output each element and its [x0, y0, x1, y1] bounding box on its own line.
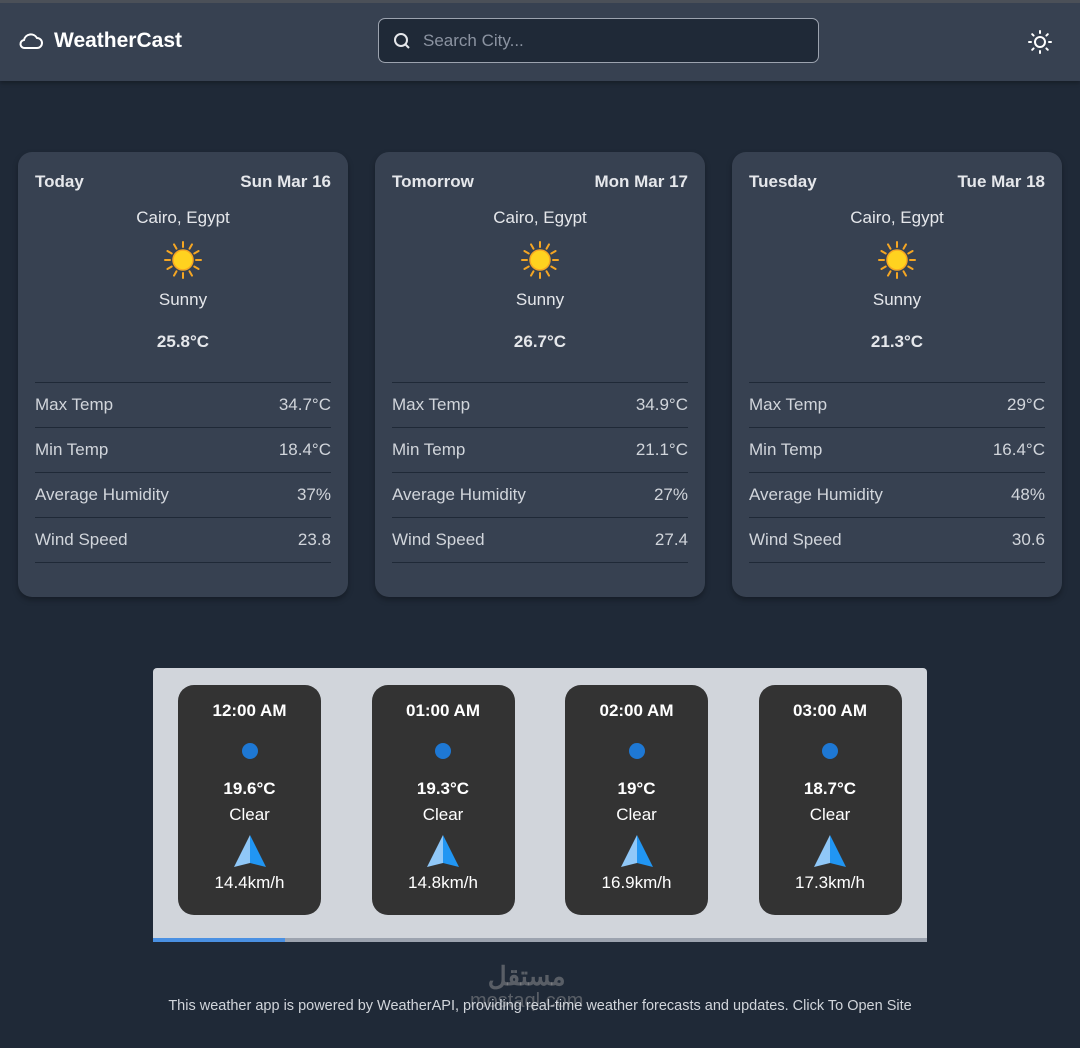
detail-row: Wind Speed 27.4 — [392, 518, 688, 563]
hour-temp: 18.7°C — [803, 779, 857, 798]
hour-condition: Clear — [229, 805, 270, 824]
location: Cairo, Egypt — [493, 208, 587, 227]
app-title: WeatherCast — [54, 29, 182, 52]
date-label: Mon Mar 17 — [594, 172, 688, 191]
temperature: 21.3°C — [870, 332, 924, 351]
hour-time: 03:00 AM — [792, 701, 867, 720]
detail-row: Min Temp 16.4°C — [749, 428, 1045, 473]
hour-wind: 17.3km/h — [795, 873, 865, 892]
hourly-card: 01:00 AM 19.3°C Clear 14.8km/h — [371, 685, 515, 915]
detail-row: Average Humidity 37% — [35, 473, 331, 518]
detail-label: Max Temp — [35, 395, 114, 414]
detail-row: Wind Speed 23.8 — [35, 518, 331, 563]
detail-value: 29°C — [1007, 395, 1045, 414]
detail-value: 34.9°C — [635, 395, 688, 414]
detail-row: Max Temp 34.9°C — [392, 383, 688, 428]
wind-direction-icon — [372, 833, 515, 869]
scrollbar-thumb[interactable] — [153, 938, 285, 942]
detail-value: 23.8 — [297, 530, 331, 549]
horizontal-scrollbar[interactable] — [153, 938, 927, 942]
detail-value: 34.7°C — [278, 395, 331, 414]
detail-label: Average Humidity — [749, 485, 883, 504]
detail-row: Min Temp 18.4°C — [35, 428, 331, 473]
temperature: 26.7°C — [513, 332, 567, 351]
hour-time: 12:00 AM — [212, 701, 287, 720]
detail-row: Wind Speed 30.6 — [749, 518, 1045, 563]
location: Cairo, Egypt — [850, 208, 944, 227]
detail-label: Min Temp — [749, 440, 823, 459]
search-icon — [394, 32, 410, 49]
sunny-icon — [392, 240, 688, 280]
hourly-card: 12:00 AM 19.6°C Clear 14.4km/h — [178, 685, 321, 915]
detail-row: Average Humidity 27% — [392, 473, 688, 518]
detail-value: 21.1°C — [635, 440, 688, 459]
location: Cairo, Egypt — [136, 208, 230, 227]
sun-icon — [1028, 30, 1052, 54]
temperature: 25.8°C — [156, 332, 210, 351]
moon-icon — [759, 741, 902, 761]
detail-value: 48% — [1010, 485, 1045, 504]
theme-toggle-button[interactable] — [1028, 30, 1052, 59]
detail-label: Max Temp — [749, 395, 828, 414]
wind-direction-icon — [178, 833, 321, 869]
hour-condition: Clear — [616, 805, 657, 824]
detail-row: Min Temp 21.1°C — [392, 428, 688, 473]
header: WeatherCast — [0, 0, 1080, 81]
detail-label: Average Humidity — [392, 485, 526, 504]
detail-value: 37% — [296, 485, 331, 504]
detail-row: Max Temp 29°C — [749, 383, 1045, 428]
date-label: Tue Mar 18 — [957, 172, 1045, 191]
moon-icon — [565, 741, 708, 761]
hour-wind: 14.8km/h — [408, 873, 478, 892]
detail-value: 30.6 — [1011, 530, 1045, 549]
detail-label: Wind Speed — [392, 530, 485, 549]
detail-label: Max Temp — [392, 395, 471, 414]
footer-text[interactable]: This weather app is powered by WeatherAP… — [0, 998, 1080, 1014]
detail-row: Max Temp 34.7°C — [35, 383, 331, 428]
condition: Sunny — [158, 290, 208, 309]
sunny-icon — [35, 240, 331, 280]
hourly-card: 03:00 AM 18.7°C Clear 17.3km/h — [758, 685, 902, 915]
hour-temp: 19.6°C — [223, 779, 276, 798]
detail-label: Average Humidity — [35, 485, 169, 504]
search-input[interactable] — [423, 30, 783, 51]
hour-temp: 19.3°C — [416, 779, 470, 798]
detail-value: 16.4°C — [992, 440, 1045, 459]
wind-direction-icon — [565, 833, 708, 869]
moon-icon — [372, 741, 515, 761]
date-label: Sun Mar 16 — [240, 172, 331, 191]
detail-value: 27% — [653, 485, 688, 504]
forecast-card: Today Sun Mar 16 Cairo, Egypt Sunny 25.8°… — [18, 152, 348, 597]
detail-value: 18.4°C — [278, 440, 331, 459]
day-label: Tuesday — [749, 172, 817, 191]
moon-icon — [178, 741, 321, 761]
logo[interactable]: WeatherCast — [18, 29, 182, 53]
detail-label: Min Temp — [35, 440, 109, 459]
hour-condition: Clear — [422, 805, 464, 824]
search-box[interactable] — [378, 18, 819, 63]
detail-label: Wind Speed — [35, 530, 128, 549]
detail-label: Wind Speed — [749, 530, 842, 549]
hour-wind: 14.4km/h — [214, 873, 285, 892]
cloud-icon — [19, 33, 43, 49]
hour-time: 02:00 AM — [599, 701, 674, 720]
hour-time: 01:00 AM — [405, 701, 480, 720]
forecast-card: Tuesday Tue Mar 18 Cairo, Egypt Sunny 21.… — [732, 152, 1062, 597]
day-label: Tomorrow — [392, 172, 474, 191]
hour-temp: 19°C — [617, 779, 656, 798]
forecast-card: Tomorrow Mon Mar 17 Cairo, Egypt Sunny 26… — [375, 152, 705, 597]
sunny-icon — [749, 240, 1045, 280]
day-label: Today — [35, 172, 84, 191]
detail-value: 27.4 — [654, 530, 688, 549]
detail-label: Min Temp — [392, 440, 466, 459]
condition: Sunny — [872, 290, 922, 309]
detail-row: Average Humidity 48% — [749, 473, 1045, 518]
hour-wind: 16.9km/h — [601, 873, 672, 892]
wind-direction-icon — [759, 833, 902, 869]
hourly-forecast[interactable]: 03:00 AM 18.7°C Clear 17.3km/h 02:00 AM 1… — [153, 668, 927, 942]
condition: Sunny — [515, 290, 565, 309]
hour-condition: Clear — [809, 805, 851, 824]
hourly-card: 02:00 AM 19°C Clear 16.9km/h — [565, 685, 708, 915]
